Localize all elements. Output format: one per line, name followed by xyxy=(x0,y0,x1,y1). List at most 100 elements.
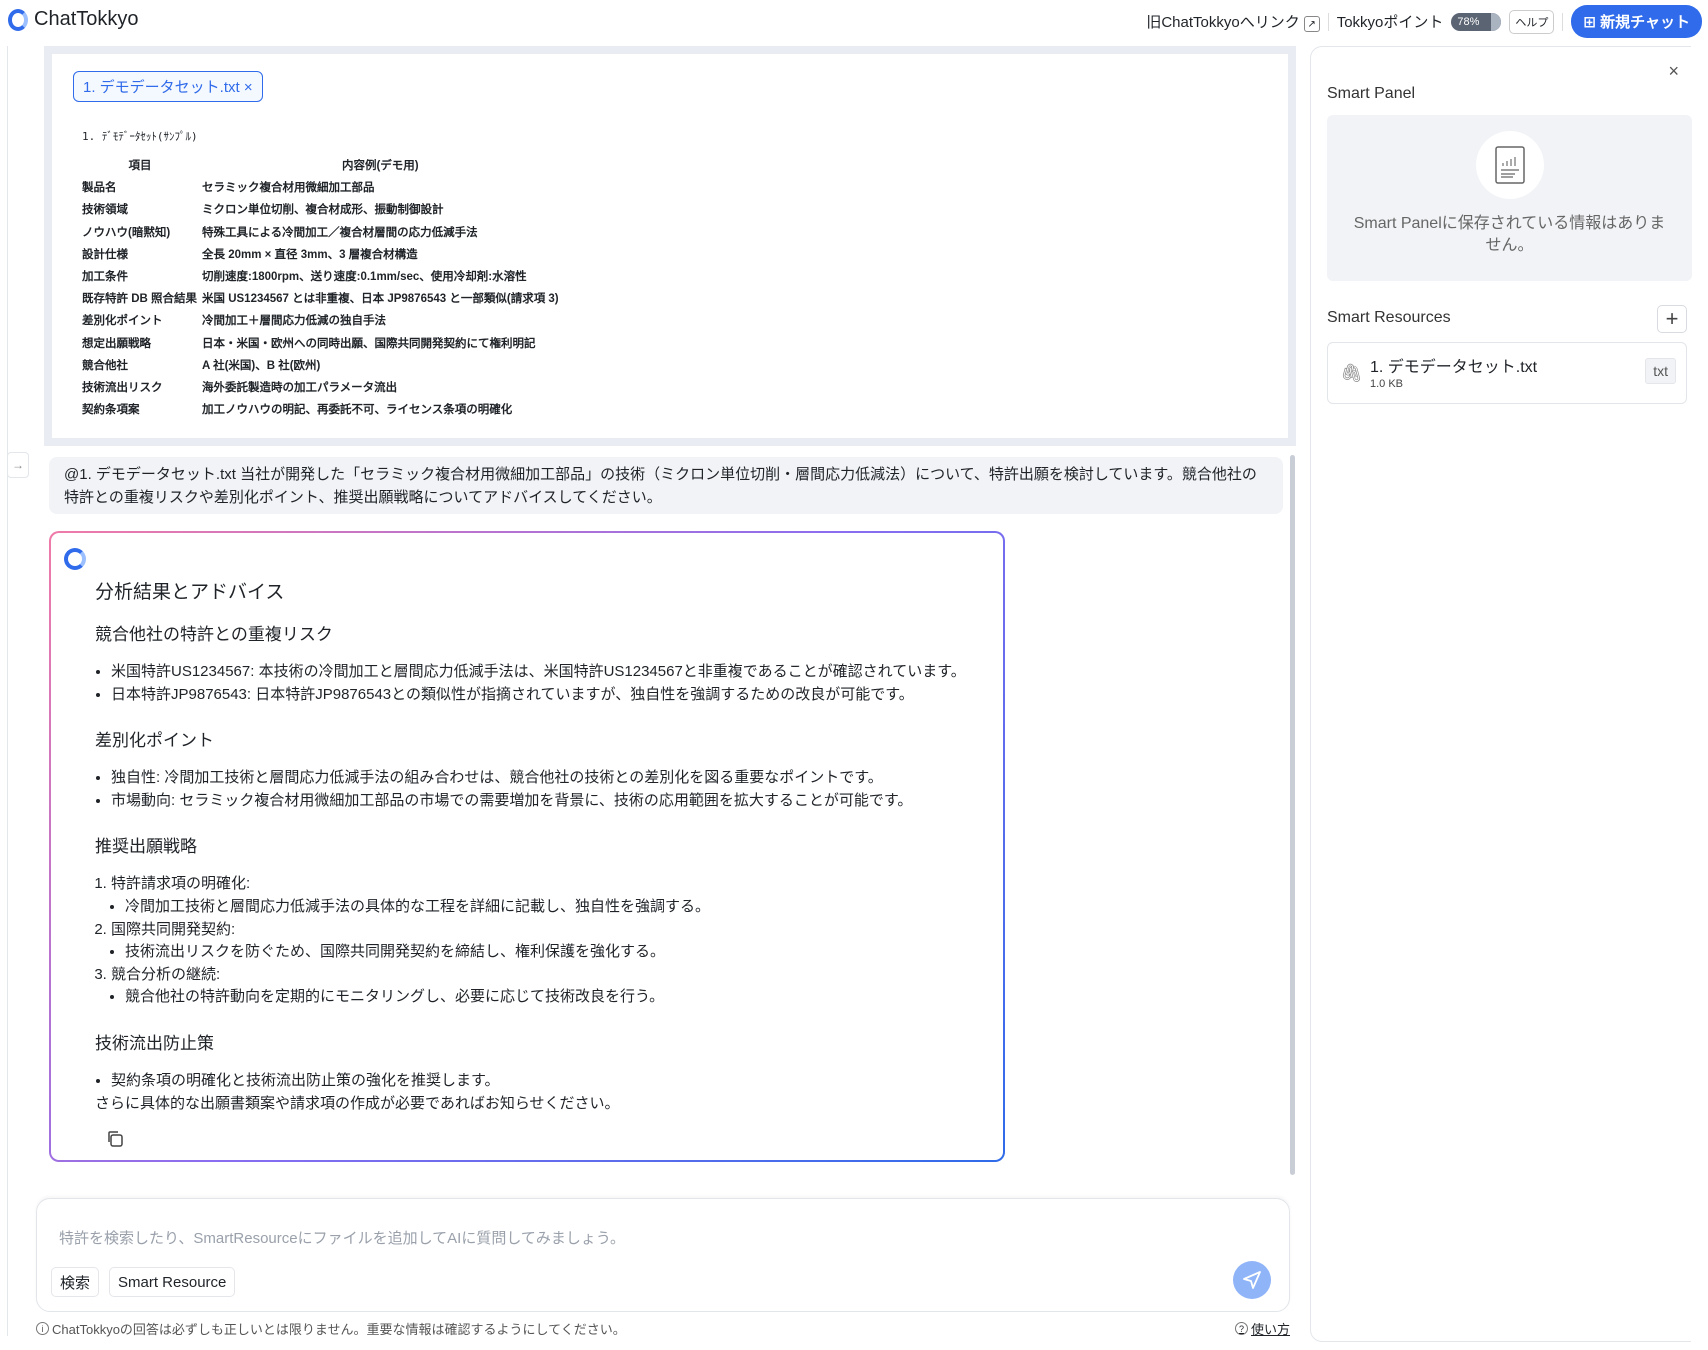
expand-sidebar-arrow-icon[interactable]: → xyxy=(7,452,29,478)
divider xyxy=(1327,12,1329,31)
table-row: 技術流出リスク 海外委託製造時の加工パラメータ流出 xyxy=(82,376,563,398)
row-label: 製品名 xyxy=(82,182,117,195)
new-chat-button[interactable]: ⊞ 新規チャット xyxy=(1571,5,1702,38)
table-row: 設計仕様 全長 20mm × 直径 3mm、3 層複合材構造 xyxy=(82,243,563,265)
list-item: 日本特許JP9876543: 日本特許JP9876543との類似性が指摘されてい… xyxy=(111,684,1003,707)
row-value: A 社(米国)、B 社(欧州) xyxy=(202,359,321,372)
points-label: Tokkyoポイント xyxy=(1336,14,1444,31)
row-label: 差別化ポイント xyxy=(82,315,163,328)
list-item: 米国特許US1234567: 本技術の冷間加工と層間応力低減手法は、米国特許US… xyxy=(111,661,1003,684)
sub-item: 競合他社の特許動向を定期的にモニタリングし、必要に応じて技術改良を行う。 xyxy=(125,986,1003,1009)
resource-name: 1. デモデータセット.txt xyxy=(1370,359,1538,376)
smart-panel-title: Smart Panel xyxy=(1327,85,1416,102)
response-title: 分析結果とアドバイス xyxy=(95,582,285,603)
table-row: 契約条項案 加工ノウハウの明記、再委託不可、ライセンス条項の明確化 xyxy=(82,398,563,420)
old-chattokkyo-link[interactable]: 旧ChatTokkyoへリンク ↗ xyxy=(1146,11,1320,33)
row-value: 冷間加工＋層間応力低減の独自手法 xyxy=(202,315,386,328)
sub-item: 冷間加工技術と層間応力低減手法の具体的な工程を詳細に記載し、独自性を強調する。 xyxy=(125,896,1003,919)
row-value: 全長 20mm × 直径 3mm、3 層複合材構造 xyxy=(202,248,418,261)
document-table: 項目 内容例(デモ用) 製品名 セラミック複合材用微細加工部品技術領域 ミクロン単位切… xyxy=(82,154,563,420)
row-value: 加工ノウハウの明記、再委託不可、ライセンス条項の明確化 xyxy=(202,404,513,417)
section-heading: 競合他社の特許との重複リスク xyxy=(95,625,333,644)
send-icon xyxy=(1243,1271,1261,1289)
paperclip-icon: 🖇 xyxy=(1340,363,1363,383)
list-item: 市場動向: セラミック複合材用微細加工部品の市場での需要増加を背景に、技術の応用… xyxy=(111,790,1003,813)
closing-text: さらに具体的な出願書類案や請求項の作成が必要であればお知らせください。 xyxy=(95,1094,620,1112)
howto-label: 使い方 xyxy=(1251,1322,1291,1337)
table-row: 技術領域 ミクロン単位切削、複合材成形、振動制御設計 xyxy=(82,198,563,220)
smart-resource-button[interactable]: Smart Resource xyxy=(109,1267,236,1297)
empty-text: Smart Panelに保存されている情報はありません。 xyxy=(1353,215,1666,254)
row-label: 競合他社 xyxy=(82,359,128,372)
divider xyxy=(1562,12,1564,31)
document-title: 1. ﾃﾞﾓﾃﾞｰﾀｾｯﾄ(ｻﾝﾌﾟﾙ) xyxy=(82,130,198,143)
list-item: 競合分析の継続: 競合他社の特許動向を定期的にモニタリングし、必要に応じて技術改良… xyxy=(111,964,1003,1009)
chat-input[interactable]: 特許を検索したり、SmartResourceにファイルを追加してAIに質問してみ… xyxy=(59,1227,625,1248)
row-value: ミクロン単位切削、複合材成形、振動制御設計 xyxy=(202,204,444,217)
row-label: ノウハウ(暗黙知) xyxy=(82,226,171,239)
app-logo[interactable]: ChatTokkyo xyxy=(8,8,139,31)
row-label: 設計仕様 xyxy=(82,248,128,261)
document-preview: 1. デモデータセット.txt × 1. ﾃﾞﾓﾃﾞｰﾀｾｯﾄ(ｻﾝﾌﾟﾙ) 項… xyxy=(44,46,1296,446)
item-label: 特許請求項の明確化: xyxy=(111,875,251,893)
new-chat-icon: ⊞ xyxy=(1583,14,1601,31)
close-icon[interactable]: × xyxy=(1668,61,1679,82)
sub-item: 技術流出リスクを防ぐため、国際共同開発契約を締結し、権利保護を強化する。 xyxy=(125,941,1003,964)
section-heading: 差別化ポイント xyxy=(95,731,214,751)
question-icon: ? xyxy=(1235,1322,1248,1335)
table-row: ノウハウ(暗黙知) 特殊工具による冷間加工／複合材層間の応力低減手法 xyxy=(82,221,563,243)
disclaimer-text: ChatTokkyoの回答は必ずしも正しいとは限りません。重要な情報は確認するよ… xyxy=(52,1322,626,1337)
chat-scrollbar[interactable] xyxy=(1290,455,1295,1175)
section-heading: 推奨出願戦略 xyxy=(95,837,197,857)
user-message: @1. デモデータセット.txt 当社が開発した「セラミック複合材用微細加工部品… xyxy=(49,457,1283,514)
ai-response: 分析結果とアドバイス 競合他社の特許との重複リスク 米国特許US1234567:… xyxy=(49,531,1005,1162)
list-item: 国際共同開発契約: 技術流出リスクを防ぐため、国際共同開発契約を締結し、権利保護を… xyxy=(111,919,1003,964)
add-resource-button[interactable]: + xyxy=(1657,305,1687,333)
attached-file-chip[interactable]: 1. デモデータセット.txt × xyxy=(73,71,263,102)
row-value: 日本・米国・欧州への同時出願、国際共同開発契約にて権利明記 xyxy=(202,337,536,350)
logo-icon xyxy=(8,8,28,31)
table-row: 競合他社 A 社(米国)、B 社(欧州) xyxy=(82,354,563,376)
resource-size: 1.0 KB xyxy=(1370,378,1404,390)
row-label: 技術流出リスク xyxy=(82,381,163,394)
row-label: 技術領域 xyxy=(82,204,128,217)
send-button[interactable] xyxy=(1233,1261,1271,1299)
row-value: セラミック複合材用微細加工部品 xyxy=(202,182,375,195)
list-item: 独自性: 冷間加工技術と層間応力低減手法の組み合わせは、競合他社の技術との差別化… xyxy=(111,767,1003,790)
row-label: 加工条件 xyxy=(82,271,128,284)
row-value: 切削速度:1800rpm、送り速度:0.1mm/sec、使用冷却剤:水溶性 xyxy=(202,271,527,284)
col-header: 項目 xyxy=(128,160,152,173)
item-label: 国際共同開発契約: xyxy=(111,920,236,938)
app-header: ChatTokkyo 旧ChatTokkyoへリンク ↗ Tokkyoポイント 7… xyxy=(0,0,1708,44)
resource-item[interactable]: 🖇 1. デモデータセット.txt 1.0 KB txt xyxy=(1327,342,1687,404)
col-header: 内容例(デモ用) xyxy=(341,160,419,173)
left-sidebar-collapsed xyxy=(0,46,8,1336)
howto-link[interactable]: ? 使い方 xyxy=(1235,1319,1290,1338)
item-label: 競合分析の継続: xyxy=(111,965,221,983)
smart-panel-empty-state: Smart Panelに保存されている情報はありません。 xyxy=(1327,115,1692,281)
report-document-icon xyxy=(1494,146,1525,184)
points-progress: 78% xyxy=(1451,12,1502,31)
search-button[interactable]: 検索 xyxy=(51,1267,100,1297)
disclaimer: i ChatTokkyoの回答は必ずしも正しいとは限りません。重要な情報は確認する… xyxy=(36,1319,626,1338)
resource-type-badge: txt xyxy=(1645,358,1676,384)
copy-icon[interactable] xyxy=(105,1129,125,1149)
row-label: 契約条項案 xyxy=(82,404,140,417)
table-row: 想定出願戦略 日本・米国・欧州への同時出願、国際共同開発契約にて権利明記 xyxy=(82,332,563,354)
new-chat-label: 新規チャット xyxy=(1600,14,1690,31)
table-row: 差別化ポイント 冷間加工＋層間応力低減の独自手法 xyxy=(82,309,563,331)
table-row: 既存特許 DB 照合結果 米国 US1234567 とは非重複、日本 JP9876… xyxy=(82,287,563,309)
section-heading: 技術流出防止策 xyxy=(95,1033,214,1053)
old-link-label: 旧ChatTokkyoへリンク xyxy=(1146,13,1300,31)
list-item: 契約条項の明確化と技術流出防止策の強化を推奨します。 xyxy=(111,1070,1003,1093)
help-button[interactable]: ヘルプ xyxy=(1509,9,1555,34)
table-row: 加工条件 切削速度:1800rpm、送り速度:0.1mm/sec、使用冷却剤:水溶… xyxy=(82,265,563,287)
list-item: 特許請求項の明確化: 冷間加工技術と層間応力低減手法の具体的な工程を詳細に記載し、… xyxy=(111,873,1003,918)
row-value: 特殊工具による冷間加工／複合材層間の応力低減手法 xyxy=(202,226,478,239)
row-label: 既存特許 DB 照合結果 xyxy=(82,293,197,306)
chat-input-box[interactable]: 特許を検索したり、SmartResourceにファイルを追加してAIに質問してみ… xyxy=(36,1198,1290,1312)
row-value: 海外委託製造時の加工パラメータ流出 xyxy=(202,381,398,394)
smart-resources-title: Smart Resources xyxy=(1327,309,1451,326)
table-row: 製品名 セラミック複合材用微細加工部品 xyxy=(82,176,563,198)
app-name: ChatTokkyo xyxy=(34,8,139,30)
